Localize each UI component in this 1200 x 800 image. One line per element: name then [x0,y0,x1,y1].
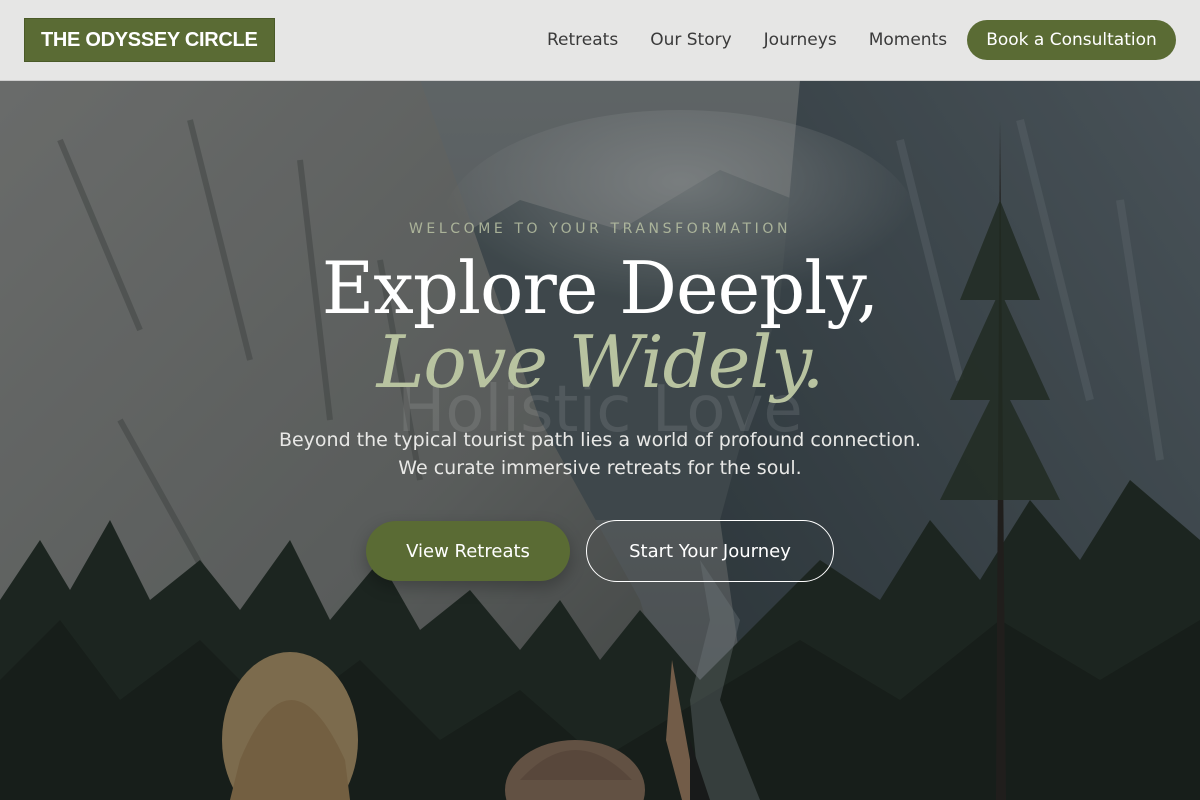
book-consultation-button[interactable]: Book a Consultation [967,20,1176,60]
main-nav: Retreats Our Story Journeys Moments [531,0,963,80]
brand-logo[interactable]: THE ODYSSEY CIRCLE [24,18,275,62]
site-header: THE ODYSSEY CIRCLE Retreats Our Story Jo… [0,0,1200,81]
view-retreats-button[interactable]: View Retreats [366,521,570,581]
nav-link-moments[interactable]: Moments [853,30,963,50]
hero-subtext-line: Beyond the typical tourist path lies a w… [278,429,922,451]
hero-headline: Explore Deeply, [321,246,880,330]
hero-subtext: Beyond the typical tourist path lies a w… [0,426,1200,482]
hero-subtext-line: We curate immersive retreats for the sou… [398,457,802,479]
start-journey-button[interactable]: Start Your Journey [586,520,834,582]
nav-link-retreats[interactable]: Retreats [531,30,634,50]
nav-link-our-story[interactable]: Our Story [634,30,747,50]
hero-eyebrow: WELCOME TO YOUR TRANSFORMATION [408,221,792,237]
hero-headline-accent: Love Widely. [376,320,825,404]
nav-link-journeys[interactable]: Journeys [748,30,853,50]
